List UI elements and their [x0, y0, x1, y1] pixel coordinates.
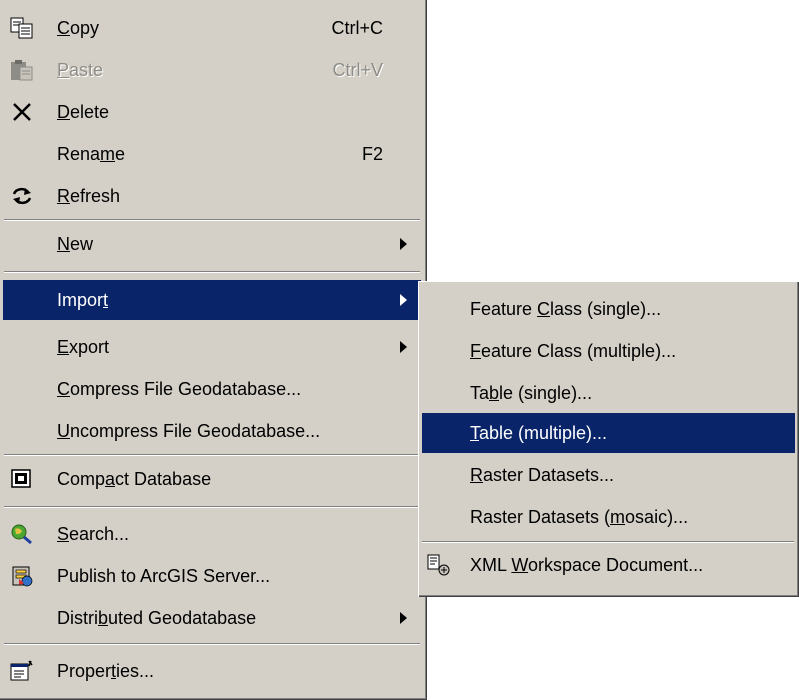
search-icon: [9, 522, 35, 546]
menu-item-delete[interactable]: Delete: [3, 92, 421, 132]
menu-item-export[interactable]: Export: [3, 327, 421, 367]
menu-item-refresh[interactable]: Refresh: [3, 176, 421, 216]
menu-item-label: Feature Class (single)...: [470, 298, 662, 319]
submenu-item-xml-workspace-document[interactable]: XML Workspace Document...: [422, 545, 795, 585]
menu-item-label: Distributed Geodatabase: [57, 607, 257, 628]
submenu-arrow-icon: [400, 294, 407, 306]
menu-item-label: Feature Class (multiple)...: [470, 340, 677, 361]
xml-document-icon: [426, 553, 452, 577]
menu-separator: [4, 643, 420, 645]
menu-item-label: Refresh: [57, 185, 121, 206]
menu-item-label: Raster Datasets...: [470, 464, 615, 485]
menu-item-label: New: [57, 233, 94, 254]
menu-item-label: XML Workspace Document...: [470, 554, 704, 575]
shortcut-text: Ctrl+V: [332, 59, 383, 80]
submenu-item-raster-datasets[interactable]: Raster Datasets...: [422, 455, 795, 495]
menu-item-import[interactable]: Import: [3, 280, 421, 320]
menu-separator: [4, 271, 420, 273]
refresh-icon: [9, 184, 35, 208]
copy-icon: [9, 16, 35, 40]
submenu-item-raster-datasets-mosaic[interactable]: Raster Datasets (mosaic)...: [422, 497, 795, 537]
submenu-item-table-single[interactable]: Table (single)...: [422, 373, 795, 413]
menu-item-label: Raster Datasets (mosaic)...: [470, 506, 689, 527]
submenu-item-feature-class-single[interactable]: Feature Class (single)...: [422, 289, 795, 329]
menu-item-compact-database[interactable]: Compact Database: [3, 459, 421, 499]
menu-item-copy[interactable]: Copy Ctrl+C: [3, 8, 421, 48]
compact-database-icon: [9, 467, 35, 491]
menu-item-compress-file-geodatabase[interactable]: Compress File Geodatabase...: [3, 369, 421, 409]
menu-item-label: Table (single)...: [470, 382, 593, 403]
menu-item-label: Table (multiple)...: [470, 422, 608, 443]
delete-icon: [9, 100, 35, 124]
menu-item-label: Export: [57, 336, 110, 357]
menu-separator: [4, 219, 420, 221]
menu-item-label: Uncompress File Geodatabase...: [57, 420, 321, 441]
menu-item-properties[interactable]: Properties...: [3, 651, 421, 691]
menu-separator: [422, 541, 794, 543]
menu-item-label: Publish to ArcGIS Server...: [57, 565, 271, 586]
menu-item-label: Compress File Geodatabase...: [57, 378, 302, 399]
menu-item-label: Import: [57, 289, 109, 310]
submenu-arrow-icon: [400, 612, 407, 624]
submenu-arrow-icon: [400, 238, 407, 250]
menu-item-uncompress-file-geodatabase[interactable]: Uncompress File Geodatabase...: [3, 411, 421, 451]
menu-item-paste: Paste Ctrl+V: [3, 50, 421, 90]
menu-separator: [4, 454, 420, 456]
menu-separator: [4, 506, 420, 508]
shortcut-text: F2: [361, 143, 383, 164]
publish-server-icon: [9, 564, 35, 588]
menu-item-search[interactable]: Search...: [3, 514, 421, 554]
menu-item-rename[interactable]: Rename F2: [3, 134, 421, 174]
menu-item-publish-to-arcgis-server[interactable]: Publish to ArcGIS Server...: [3, 556, 421, 596]
import-submenu: Feature Class (single)... Feature Class …: [418, 281, 799, 597]
paste-icon: [9, 58, 35, 82]
menu-item-label: Paste: [57, 59, 104, 80]
menu-item-label: Delete: [57, 101, 110, 122]
menu-item-distributed-geodatabase[interactable]: Distributed Geodatabase: [3, 598, 421, 638]
context-menu: Copy Ctrl+C Paste Ctrl+V Delete Rename F…: [0, 0, 427, 700]
properties-icon: [9, 659, 35, 683]
submenu-item-feature-class-multiple[interactable]: Feature Class (multiple)...: [422, 331, 795, 371]
menu-item-label: Rename: [57, 143, 126, 164]
menu-item-label: Search...: [57, 523, 130, 544]
menu-item-label: Compact Database: [57, 468, 212, 489]
submenu-arrow-icon: [400, 341, 407, 353]
menu-item-label: Properties...: [57, 660, 155, 681]
submenu-item-table-multiple[interactable]: Table (multiple)...: [422, 413, 795, 453]
shortcut-text: Ctrl+C: [331, 17, 383, 38]
menu-item-new[interactable]: New: [3, 224, 421, 264]
menu-item-label: Copy: [57, 17, 100, 38]
